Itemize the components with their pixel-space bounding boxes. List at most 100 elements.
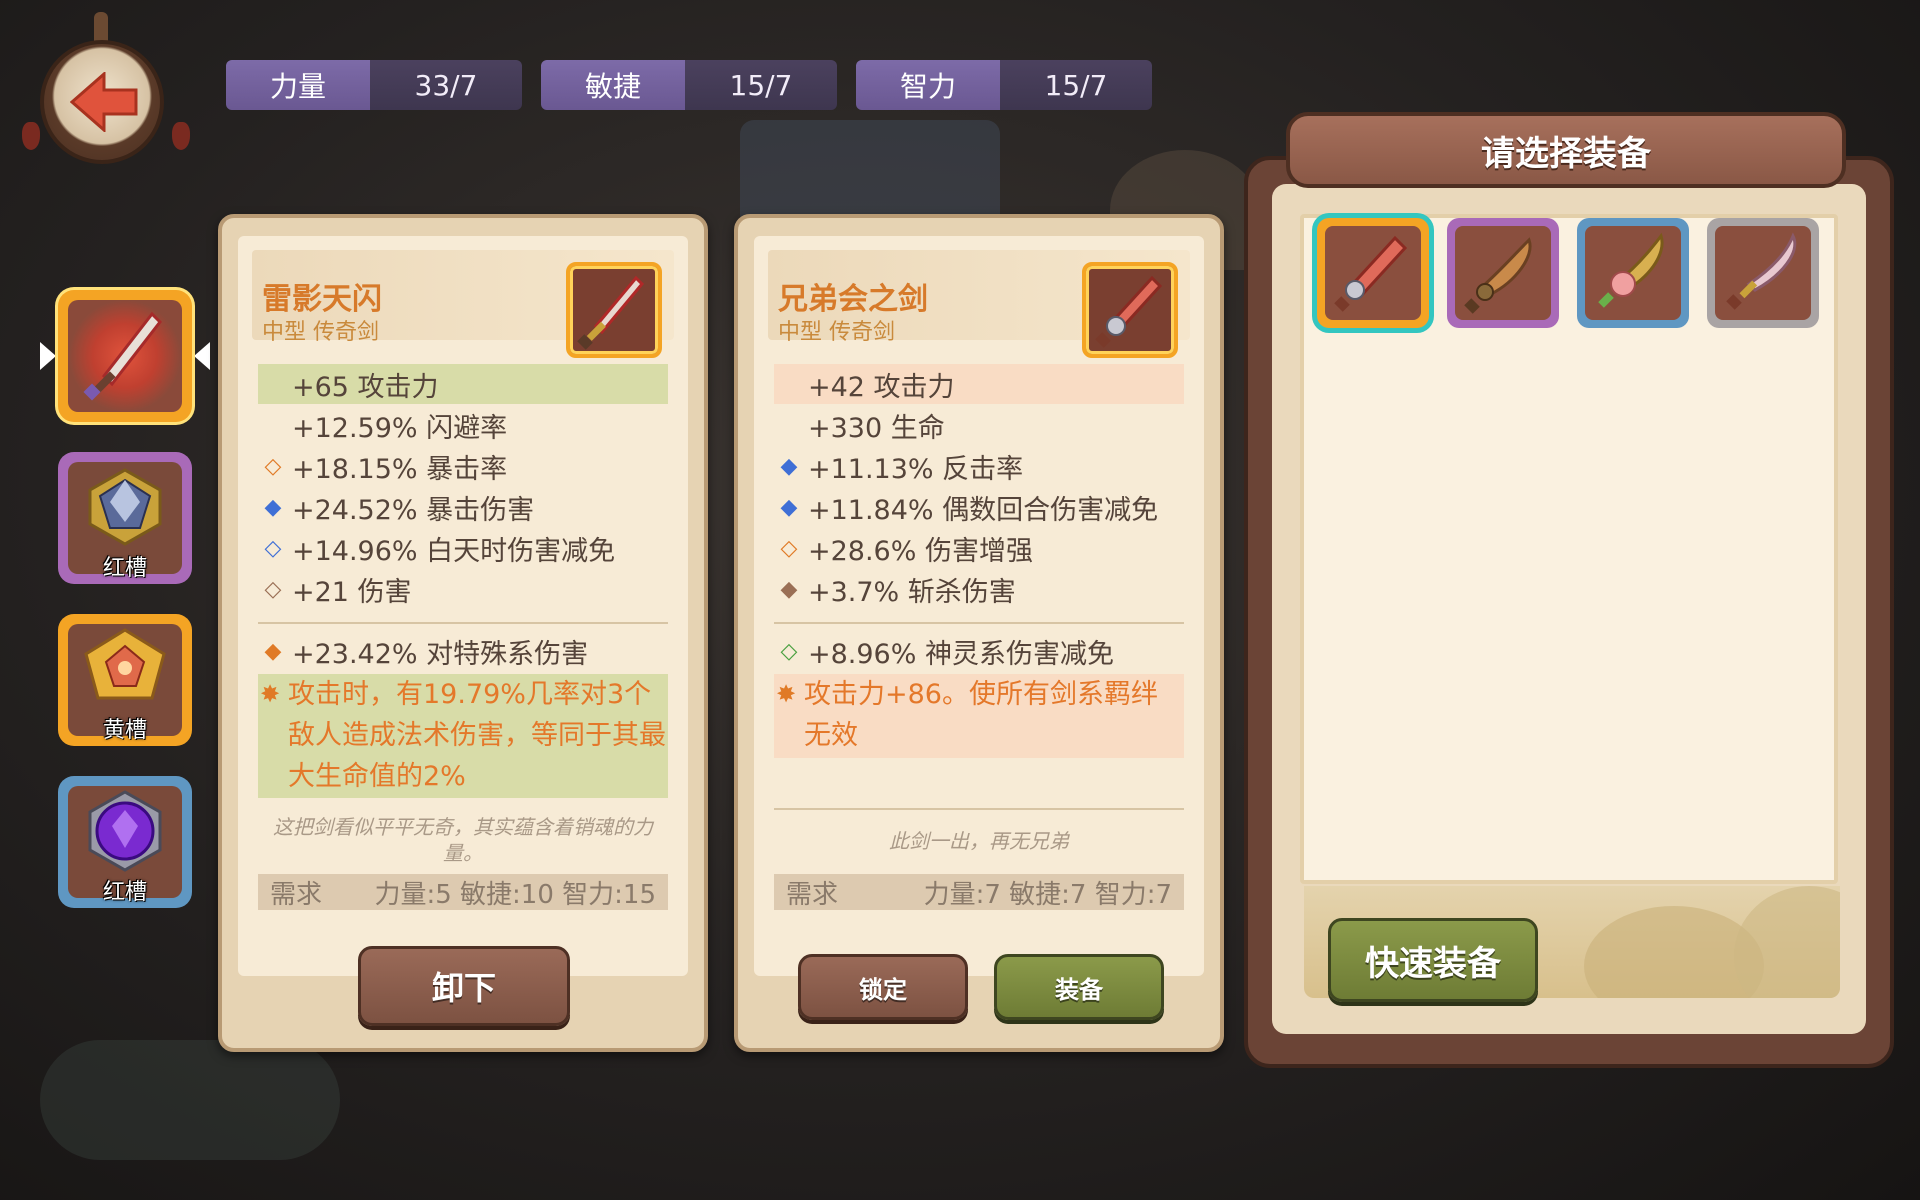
stat-agility: 敏捷 15/7 [541, 60, 837, 110]
candidate-attr-2-text: +330 生命 [808, 412, 945, 444]
back-arrow-icon [70, 72, 138, 132]
candidate-item-type: 中型 传奇剑 [778, 320, 895, 345]
lock-button[interactable]: 锁定 [798, 954, 968, 1020]
stat-strength-value: 33/7 [370, 60, 522, 110]
slot-red-2-label: 红槽 [102, 880, 147, 905]
candidate-attr-5: ◇ +28.6% 伤害增强 [774, 528, 1184, 568]
slot-yellow-label: 黄槽 [102, 718, 147, 743]
blue-diamond-icon: ◆ [780, 453, 798, 479]
brown-diamond-outline-icon: ◇ [264, 576, 282, 602]
candidate-divider [774, 622, 1184, 624]
tassel-right [172, 122, 190, 150]
candidate-item-name: 兄弟会之剑 [778, 282, 928, 317]
equipped-item-card: 雷影天闪 中型 传奇剑 +65 攻击力 +12.59% 闪避率 ◇ +18.15… [218, 214, 708, 1052]
candidate-attr-4: ◆ +11.84% 偶数回合伤害减免 [774, 487, 1184, 527]
slot-red-2[interactable]: 红槽 [58, 776, 192, 908]
stat-agility-label: 敏捷 [541, 60, 685, 110]
candidate-attr-6-text: +3.7% 斩杀伤害 [808, 576, 1016, 608]
quick-equip-button[interactable]: 快速装备 [1328, 918, 1538, 1002]
candidate-special-text: 攻击力+86。使所有剑系羁绊无效 [804, 679, 1158, 751]
stat-intelligence-value: 15/7 [1000, 60, 1152, 110]
equip-button[interactable]: 装备 [994, 954, 1164, 1020]
equipped-attr-6-text: +21 伤害 [292, 576, 412, 608]
equipped-req-value: 力量:5 敏捷:10 智力:15 [374, 879, 656, 910]
equipped-attr-5: ◇ +14.96% 白天时伤害减免 [258, 528, 668, 568]
gem-purple-icon [88, 790, 162, 872]
candidate-item-icon [1082, 262, 1178, 358]
equipped-special-text: 攻击时，有19.79%几率对3个敌人造成法术伤害，等同于其最大生命值的2% [288, 679, 666, 792]
tassel-left [22, 122, 40, 150]
candidate-attr-3-text: +11.13% 反击率 [808, 453, 1024, 485]
peach-sword-icon [1598, 232, 1664, 308]
orange-diamond-outline-icon: ◇ [780, 535, 798, 561]
candidate-bonus-text: +8.96% 神灵系伤害减免 [808, 638, 1114, 670]
stat-strength-label: 力量 [226, 60, 370, 110]
candidate-attr-1-text: +42 攻击力 [808, 371, 955, 403]
equipped-attr-1: +65 攻击力 [258, 364, 668, 404]
equipped-req-label: 需求 [270, 879, 323, 910]
equipped-attr-4-text: +24.52% 暴击伤害 [292, 494, 535, 526]
stat-intelligence-label: 智力 [856, 60, 1000, 110]
equipped-item-icon [566, 262, 662, 358]
slot-selected-left-arrow-icon [40, 342, 56, 370]
equipment-choice-3[interactable] [1577, 218, 1689, 328]
equipped-attr-1-text: +65 攻击力 [292, 371, 439, 403]
candidate-requirement: 需求 力量:7 敏捷:7 智力:7 [774, 874, 1184, 910]
gem-silver-icon [88, 468, 162, 546]
stat-agility-value: 15/7 [685, 60, 837, 110]
wooden-sword-icon [1464, 237, 1532, 314]
sword-icon [1095, 275, 1163, 348]
slot-red-1[interactable]: 红槽 [58, 452, 192, 584]
sword-icon [577, 275, 645, 350]
candidate-attr-1: +42 攻击力 [774, 364, 1184, 404]
stat-strength: 力量 33/7 [226, 60, 522, 110]
orange-diamond-outline-icon: ◇ [264, 453, 282, 479]
stat-intelligence: 智力 15/7 [856, 60, 1152, 110]
equipped-attr-3-text: +18.15% 暴击率 [292, 453, 508, 485]
candidate-attr-5-text: +28.6% 伤害增强 [808, 535, 1033, 567]
equipped-item-type: 中型 传奇剑 [262, 320, 379, 345]
red-sword-icon [1334, 235, 1408, 312]
candidate-item-card: 兄弟会之剑 中型 传奇剑 +42 攻击力 +330 生命 ◆ +11.13% 反… [734, 214, 1224, 1052]
candidate-flavor-text: 此剑一出，再无兄弟 [889, 829, 1069, 853]
candidate-req-value: 力量:7 敏捷:7 智力:7 [923, 879, 1172, 910]
select-panel-title: 请选择装备 [1286, 112, 1846, 188]
gem-gold-icon [84, 628, 166, 700]
back-button[interactable] [22, 12, 190, 164]
candidate-attr-4-text: +11.84% 偶数回合伤害减免 [808, 494, 1159, 526]
blue-diamond-icon: ◆ [780, 494, 798, 520]
equipped-attr-5-text: +14.96% 白天时伤害减免 [292, 535, 616, 567]
equipped-attr-3: ◇ +18.15% 暴击率 [258, 446, 668, 486]
star-icon: ✸ [260, 680, 281, 708]
equipment-choice-4[interactable] [1707, 218, 1819, 328]
green-diamond-outline-icon: ◇ [780, 638, 798, 664]
equipped-flavor-text: 这把剑看似平平无奇，其实蕴含着销魂的力量。 [273, 815, 653, 865]
equipped-item-name: 雷影天闪 [262, 282, 382, 317]
brown-diamond-icon: ◆ [780, 576, 798, 602]
blue-diamond-outline-icon: ◇ [264, 535, 282, 561]
unequip-button[interactable]: 卸下 [358, 946, 570, 1026]
equipment-choice-2[interactable] [1447, 218, 1559, 328]
equipped-bonus-text: +23.42% 对特殊系伤害 [292, 638, 589, 670]
slot-red-1-label: 红槽 [102, 556, 147, 581]
slot-weapon[interactable] [58, 290, 192, 422]
equipped-bonus: ◆ +23.42% 对特殊系伤害 [258, 631, 668, 671]
equipped-attr-6: ◇ +21 伤害 [258, 569, 668, 609]
slot-selected-right-arrow-icon [194, 342, 210, 370]
candidate-special-effect: ✸ 攻击力+86。使所有剑系羁绊无效 [774, 674, 1184, 758]
candidate-divider-2 [774, 808, 1184, 810]
equipped-attr-2: +12.59% 闪避率 [258, 405, 668, 445]
candidate-req-label: 需求 [786, 879, 839, 910]
equipped-attr-4: ◆ +24.52% 暴击伤害 [258, 487, 668, 527]
curved-sword-icon [1726, 232, 1797, 310]
equipment-choice-1[interactable] [1317, 218, 1429, 328]
star-icon: ✸ [776, 680, 797, 708]
sword-icon [83, 311, 162, 401]
slot-yellow[interactable]: 黄槽 [58, 614, 192, 746]
candidate-bonus: ◇ +8.96% 神灵系伤害减免 [774, 631, 1184, 671]
candidate-attr-6: ◆ +3.7% 斩杀伤害 [774, 569, 1184, 609]
candidate-attr-3: ◆ +11.13% 反击率 [774, 446, 1184, 486]
blue-diamond-icon: ◆ [264, 494, 282, 520]
candidate-attr-2: +330 生命 [774, 405, 1184, 445]
orange-diamond-icon: ◆ [264, 638, 282, 664]
